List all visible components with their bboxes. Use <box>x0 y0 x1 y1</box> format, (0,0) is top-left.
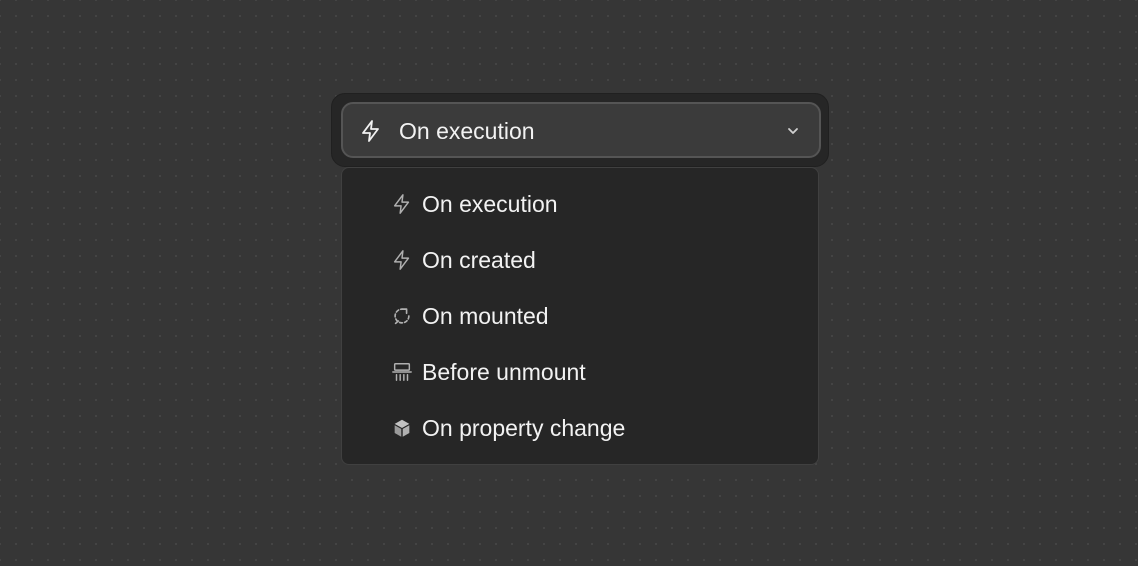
shredder-icon <box>392 363 412 381</box>
menu-item-label: On property change <box>422 415 626 441</box>
lightning-icon <box>393 194 410 214</box>
chevron-down-icon[interactable] <box>785 123 801 139</box>
menu-item-on-property-change[interactable]: On property change <box>342 404 818 452</box>
menu-item-label: Before unmount <box>422 359 586 385</box>
menu-item-label: On created <box>422 247 536 273</box>
cube-icon <box>394 419 410 437</box>
lightning-icon <box>362 120 379 142</box>
refresh-dashed-icon <box>394 308 410 325</box>
menu-item-on-created[interactable]: On created <box>342 236 818 284</box>
selected-value: On execution <box>399 118 535 144</box>
lightning-icon <box>393 250 410 270</box>
menu-item-on-execution[interactable]: On execution <box>342 180 818 228</box>
menu-item-label: On execution <box>422 191 558 217</box>
menu-item-on-mounted[interactable]: On mounted <box>342 292 818 340</box>
trigger-select[interactable]: On execution <box>341 102 821 158</box>
dropdown-menu: On execution On created On mounted Befor… <box>341 167 819 465</box>
trigger-select-container: On execution <box>331 93 829 167</box>
menu-item-label: On mounted <box>422 303 549 329</box>
menu-item-before-unmount[interactable]: Before unmount <box>342 348 818 396</box>
